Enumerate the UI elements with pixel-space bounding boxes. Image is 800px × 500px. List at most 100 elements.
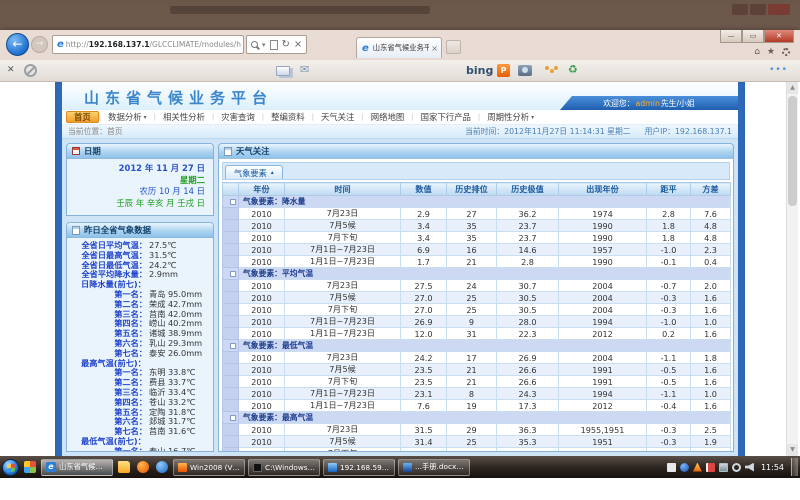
refresh-icon[interactable]: ↻ <box>282 39 290 50</box>
table-row[interactable]: 20101月1日~7月23日1.7212.81990-0.10.4 <box>223 256 731 268</box>
new-tab-button[interactable] <box>446 40 461 54</box>
nav-item-6[interactable]: 网络地图 <box>364 111 412 123</box>
addon-blocked-icon[interactable] <box>24 64 37 77</box>
compatibility-view-icon[interactable] <box>270 40 278 50</box>
site-title: 山东省气候业务平台 <box>84 87 273 108</box>
taskbar-window-0[interactable]: Win2008 (VS2... <box>173 459 245 476</box>
recycle-addon-icon[interactable]: ♻ <box>568 63 578 76</box>
taskbar-window-3[interactable]: ...手册.docx ... <box>398 459 470 476</box>
table-row[interactable]: 20107月23日2.92736.219742.87.6 <box>223 208 731 220</box>
pin-addon-icon[interactable]: P <box>497 64 510 77</box>
group-row-1[interactable]: 气象要素：平均气温 <box>223 268 731 280</box>
home-icon[interactable]: ⌂ <box>754 47 760 57</box>
minimize-button[interactable]: — <box>720 30 742 43</box>
toolbar-close-icon[interactable]: ✕ <box>7 65 15 75</box>
cell-3: 21 <box>447 376 497 388</box>
toolbar-overflow-icon[interactable]: ••• <box>769 65 788 75</box>
group-label: 气象要素：最高气温 <box>239 412 731 424</box>
nav-item-0[interactable]: 首页 <box>66 111 99 123</box>
table-row[interactable]: 20107月下旬31.42535.31951-0.31.9 <box>223 448 731 453</box>
paw-addon-icon[interactable] <box>545 66 557 76</box>
mail-addon-icon[interactable]: ✉ <box>300 63 309 76</box>
group-row-0[interactable]: 气象要素：降水量 <box>223 196 731 208</box>
nav-item-7[interactable]: 国家下行产品 <box>414 111 478 123</box>
group-checkbox[interactable] <box>230 415 236 421</box>
group-checkbox[interactable] <box>230 271 236 277</box>
start-button[interactable] <box>2 459 19 476</box>
tray-language-icon[interactable] <box>667 463 676 472</box>
table-row[interactable]: 20101月1日~7月23日7.61917.32012-0.41.6 <box>223 400 731 412</box>
vertical-scrollbar[interactable]: ▲ ▼ <box>786 82 798 456</box>
table-row[interactable]: 20107月23日27.52430.72004-0.72.0 <box>223 280 731 292</box>
group-gutter-cell <box>223 412 239 424</box>
tray-flag-icon[interactable] <box>706 463 715 472</box>
cell-5: 2004 <box>559 280 647 292</box>
network-icon[interactable] <box>719 463 728 472</box>
table-row[interactable]: 20101月1日~7月23日12.03122.320120.21.6 <box>223 328 731 340</box>
pinned-app-icon[interactable] <box>22 459 38 475</box>
group-checkbox[interactable] <box>230 199 236 205</box>
sidebar: 日期 2012 年 11 月 27 日 星期二 农历 10 月 14 日 壬辰 … <box>66 143 214 452</box>
browser-window: ← → e http://192.168.137.1/GLCCLIMATE/mo… <box>0 30 800 456</box>
taskbar-ie-window[interactable]: e 山东省气候业... <box>41 459 113 476</box>
nav-item-4[interactable]: 整编资料 <box>264 111 312 123</box>
scroll-down-arrow[interactable]: ▼ <box>787 444 798 456</box>
forward-button[interactable]: → <box>31 36 48 53</box>
group-row-3[interactable]: 气象要素：最高气温 <box>223 412 731 424</box>
calendar-lunar-date: 农历 10 月 14 日 <box>71 186 205 198</box>
orange-app-icon[interactable] <box>135 459 151 475</box>
browser-tab[interactable]: e 山东省气候业务平... × <box>356 37 442 58</box>
address-bar[interactable]: e http://192.168.137.1/GLCCLIMATE/module… <box>52 35 244 54</box>
update-icon[interactable] <box>732 463 741 472</box>
tray-app-icon[interactable] <box>680 463 689 472</box>
search-icon[interactable] <box>251 41 258 48</box>
back-button[interactable]: ← <box>6 33 29 56</box>
cell-7: 1.6 <box>691 376 731 388</box>
table-row[interactable]: 20107月5候27.02530.52004-0.31.6 <box>223 292 731 304</box>
taskbar-clock[interactable]: 11:54 <box>761 463 784 472</box>
media-app-icon[interactable] <box>154 459 170 475</box>
close-button[interactable]: ✕ <box>764 30 794 43</box>
nav-item-2[interactable]: 相关性分析 <box>156 111 212 123</box>
scrollbar-thumb[interactable] <box>788 96 797 206</box>
nav-item-5[interactable]: 天气关注 <box>314 111 362 123</box>
table-row[interactable]: 20107月23日31.52936.31955,1951-0.32.5 <box>223 424 731 436</box>
maximize-button[interactable]: ▭ <box>742 30 764 43</box>
taskbar-window-2[interactable]: 192.168.59.99... <box>323 459 395 476</box>
tab-close-icon[interactable]: × <box>431 44 438 53</box>
table-row[interactable]: 20107月下旬27.02530.52004-0.31.6 <box>223 304 731 316</box>
show-desktop-button[interactable] <box>791 458 798 476</box>
table-row[interactable]: 20107月1日~7月23日26.9928.01994-1.01.0 <box>223 316 731 328</box>
stop-icon[interactable]: × <box>294 39 302 50</box>
cell-0: 2010 <box>239 292 285 304</box>
tray-flame-icon[interactable] <box>693 463 702 472</box>
search-dropdown-icon[interactable]: ▾ <box>262 41 266 49</box>
table-row[interactable]: 20107月5候31.42535.31951-0.31.9 <box>223 436 731 448</box>
element-filter-button[interactable]: 气象要素 ▴ <box>225 165 283 179</box>
nav-item-3[interactable]: 灾害查询 <box>214 111 262 123</box>
nav-item-8[interactable]: 周期性分析▾ <box>480 111 541 123</box>
tools-gear-icon[interactable] <box>782 48 790 56</box>
volume-icon[interactable] <box>745 463 754 472</box>
table-row[interactable]: 20107月1日~7月23日6.91614.61957-1.02.3 <box>223 244 731 256</box>
bing-logo[interactable]: bing <box>466 64 493 77</box>
table-row[interactable]: 20107月23日24.21726.92004-1.11.8 <box>223 352 731 364</box>
cards-addon-icon[interactable] <box>276 66 290 76</box>
table-row[interactable]: 20107月下旬23.52126.61991-0.51.6 <box>223 376 731 388</box>
cell-4: 26.6 <box>497 364 559 376</box>
scroll-up-arrow[interactable]: ▲ <box>787 82 798 94</box>
main-panel-title: 天气关注 <box>236 145 270 157</box>
camera-addon-icon[interactable] <box>518 65 532 76</box>
table-row[interactable]: 20107月5候23.52126.61991-0.51.6 <box>223 364 731 376</box>
table-row[interactable]: 20107月下旬3.43523.719901.84.8 <box>223 232 731 244</box>
group-checkbox[interactable] <box>230 343 236 349</box>
table-row[interactable]: 20107月5候3.43523.719901.84.8 <box>223 220 731 232</box>
explorer-icon[interactable] <box>116 459 132 475</box>
group-row-2[interactable]: 气象要素：最低气温 <box>223 340 731 352</box>
favorites-star-icon[interactable]: ★ <box>767 47 775 57</box>
table-row[interactable]: 20107月1日~7月23日23.1824.31994-1.11.0 <box>223 388 731 400</box>
taskbar-window-1[interactable]: C:\Windows\s... <box>248 459 320 476</box>
nav-item-1[interactable]: 数据分析▾ <box>101 111 154 123</box>
cell-6: -0.1 <box>647 256 691 268</box>
group-label: 气象要素：降水量 <box>239 196 731 208</box>
